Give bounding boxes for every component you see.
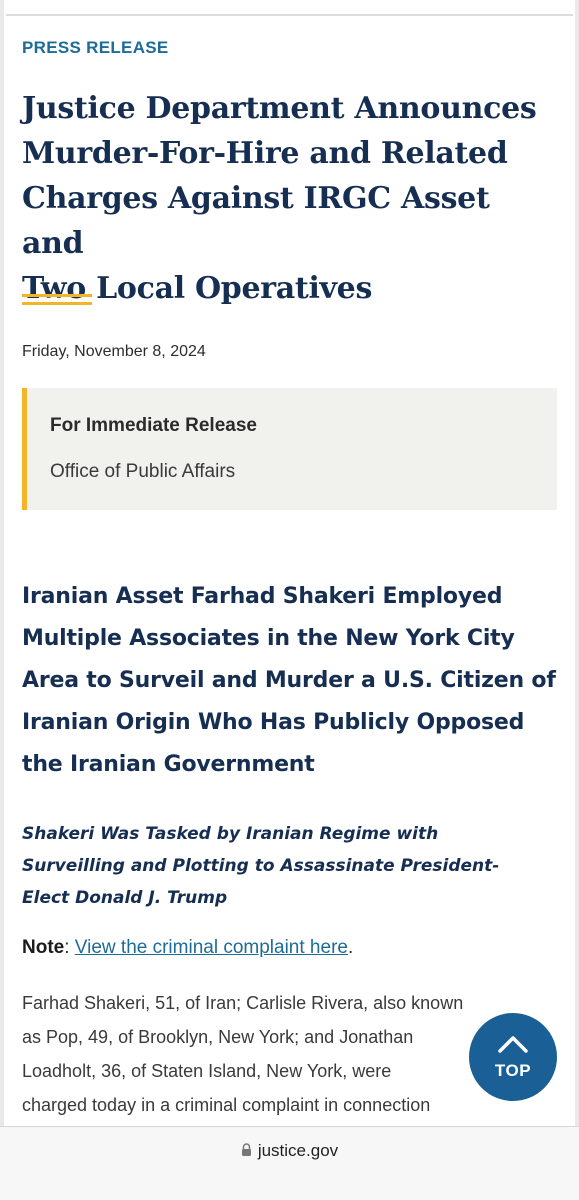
body-line: Loadholt, 36, of Staten Island, New York… — [22, 1061, 392, 1081]
note-separator: : — [64, 937, 75, 958]
article-subheading: Iranian Asset Farhad Shakeri Employed Mu… — [22, 576, 557, 786]
subheading-line: Iranian Origin Who Has Publicly Opposed — [22, 710, 525, 735]
url-display[interactable]: justice.gov — [0, 1141, 579, 1161]
body-line: Farhad Shakeri, 51, of Iran; Carlisle Ri… — [22, 993, 464, 1013]
criminal-complaint-link[interactable]: View the criminal complaint here — [75, 937, 348, 958]
url-text: justice.gov — [257, 1141, 339, 1160]
subheading-line: Multiple Associates in the New York City — [22, 626, 515, 651]
page: PRESS RELEASE Justice Department Announc… — [0, 0, 579, 1200]
body-line: charged today in a criminal complaint in… — [22, 1095, 431, 1115]
title-line: Murder-For-Hire and Related — [22, 136, 508, 171]
release-info-box: For Immediate Release Office of Public A… — [22, 388, 557, 510]
article-body: Farhad Shakeri, 51, of Iran; Carlisle Ri… — [22, 986, 542, 1126]
release-office: Office of Public Affairs — [50, 461, 236, 482]
article-secondary-heading: Shakeri Was Tasked by Iranian Regime wit… — [22, 818, 557, 914]
release-type: For Immediate Release — [50, 415, 257, 436]
left-edge — [0, 0, 4, 1200]
article-title: Justice Department Announces Murder-For-… — [22, 86, 557, 311]
title-line: Two Local Operatives — [22, 271, 373, 306]
browser-address-bar[interactable]: justice.gov — [0, 1126, 579, 1200]
chevron-up-icon — [498, 1036, 528, 1053]
title-line: Charges Against IRGC Asset and — [22, 181, 490, 261]
subheading-line: Iranian Asset Farhad Shakeri Employed — [22, 584, 503, 609]
lock-icon — [241, 1143, 251, 1156]
subheading-line: Area to Surveil and Murder a U.S. Citize… — [22, 668, 556, 693]
top-divider — [6, 14, 573, 16]
release-date: Friday, November 8, 2024 — [22, 343, 206, 360]
secondary-heading-line: Surveilling and Plotting to Assassinate … — [22, 856, 500, 876]
note-line: Note: View the criminal complaint here. — [22, 937, 557, 959]
subheading-line: the Iranian Government — [22, 752, 315, 777]
press-release-label: PRESS RELEASE — [22, 38, 169, 57]
right-edge — [575, 0, 579, 1200]
body-line: as Pop, 49, of Brooklyn, New York; and J… — [22, 1027, 414, 1047]
note-period: . — [347, 937, 354, 958]
back-to-top-button[interactable]: TOP — [469, 1013, 557, 1101]
title-line: Justice Department Announces — [22, 91, 537, 126]
secondary-heading-line: Elect Donald J. Trump — [22, 888, 228, 908]
secondary-heading-line: Shakeri Was Tasked by Iranian Regime wit… — [22, 824, 439, 844]
title-accent-rule — [22, 294, 92, 310]
note-label: Note — [22, 937, 65, 958]
back-to-top-label: TOP — [494, 1061, 532, 1080]
